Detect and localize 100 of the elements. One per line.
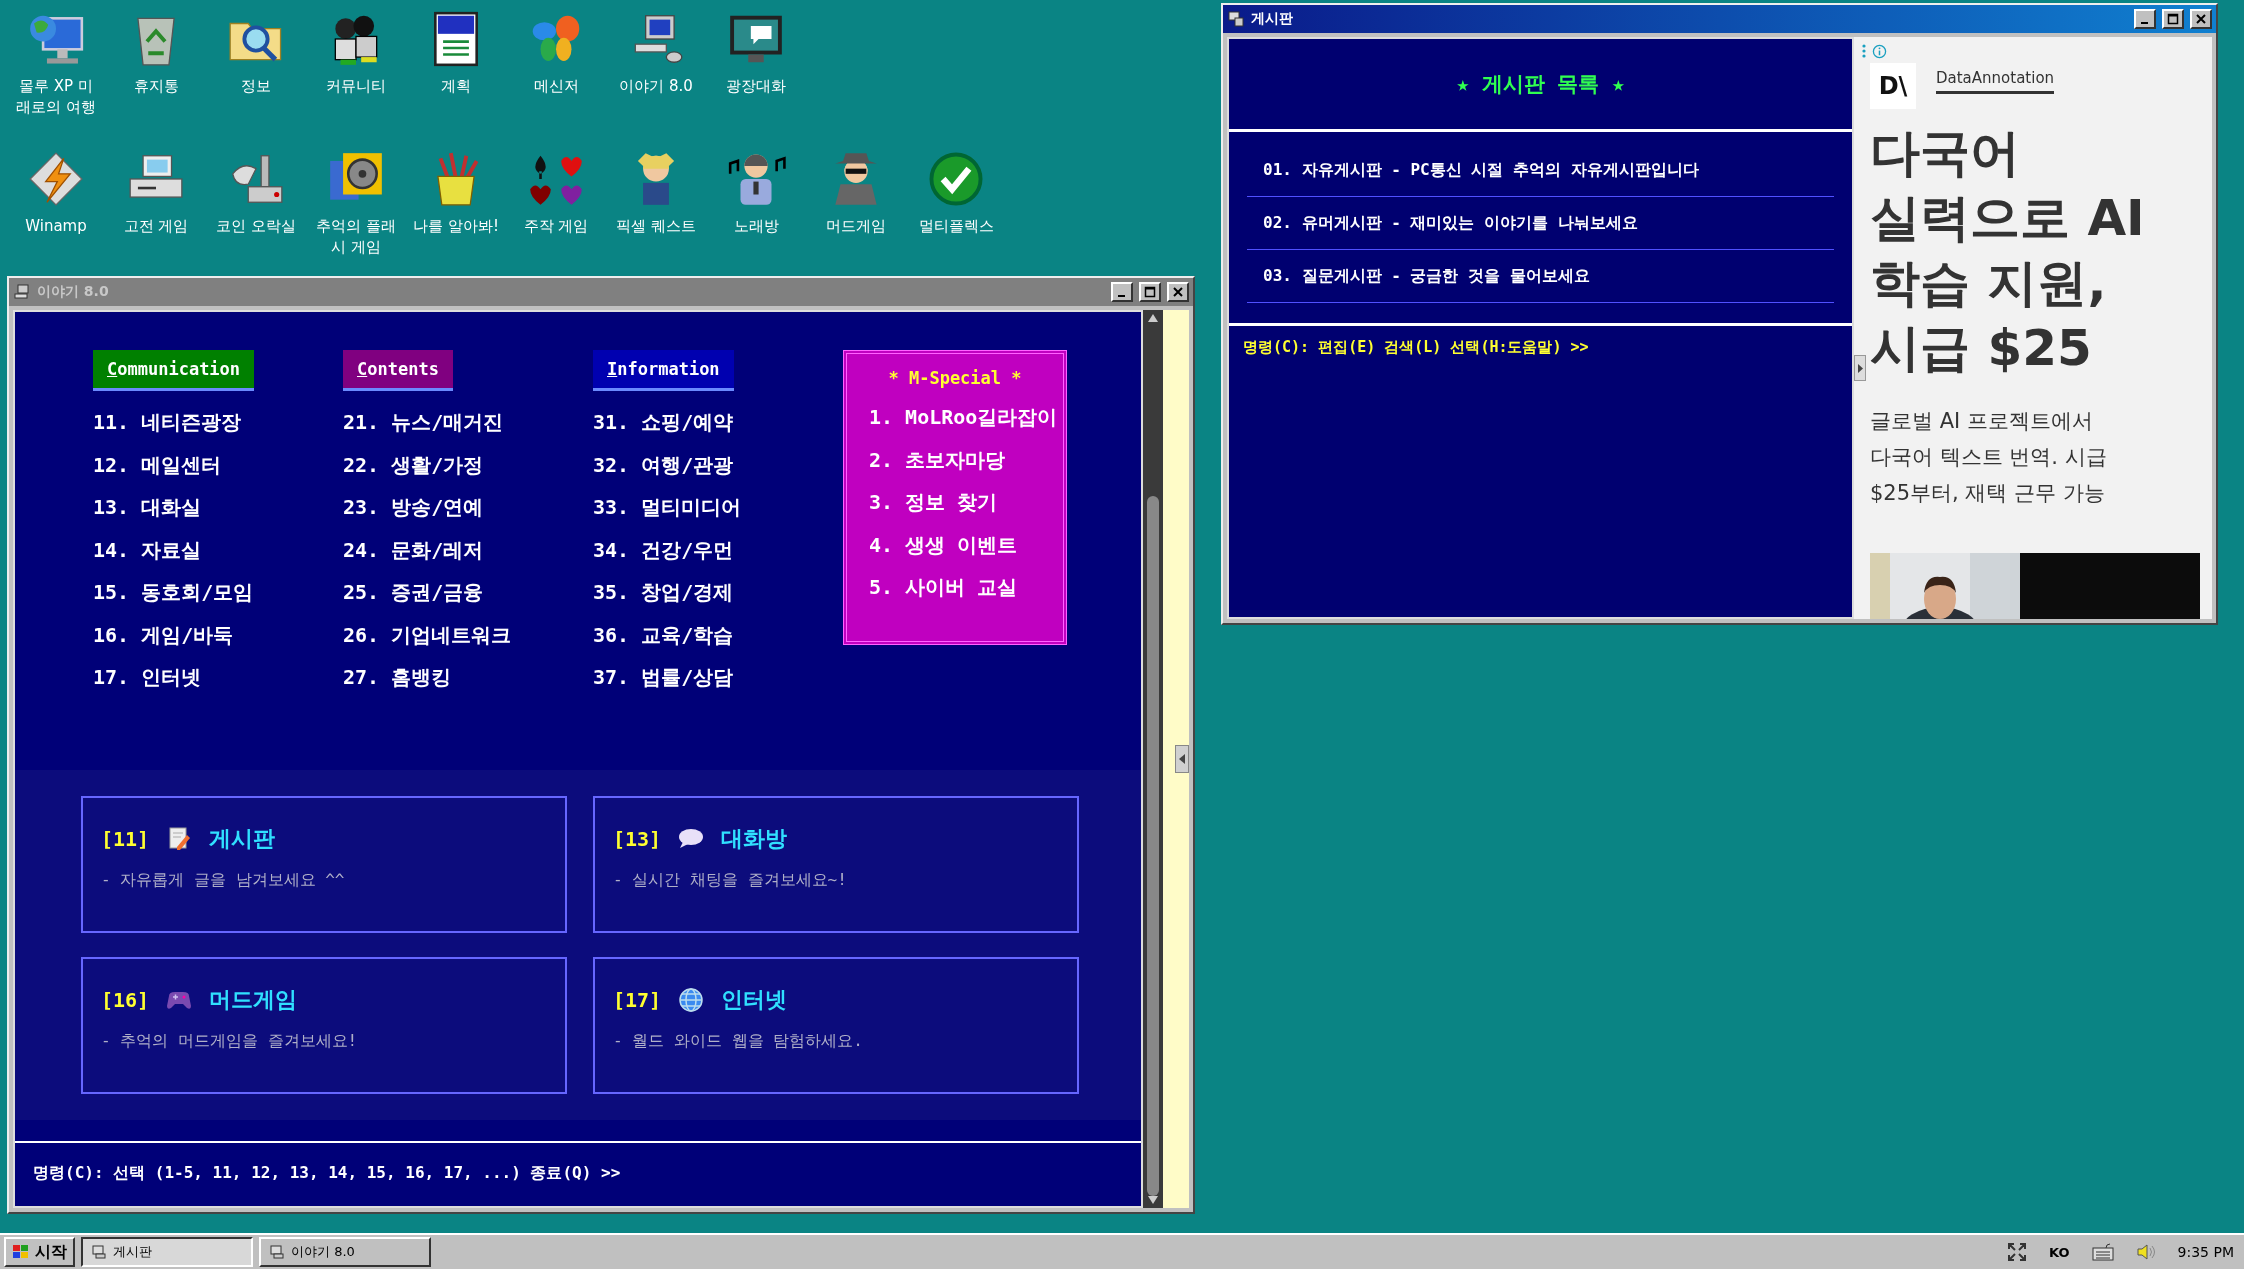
taskbar-button[interactable]: 이야기 8.0 <box>259 1237 431 1267</box>
fullscreen-icon[interactable] <box>2007 1242 2028 1262</box>
ad-text[interactable]: 글로벌 AI 프로젝트에서 다국어 텍스트 번역. 시급 $25부터, 재택 근무 가능 <box>1870 403 2150 511</box>
shortcut-description: - 자유롭게 글을 남겨보세요 ^^ <box>101 870 346 891</box>
collapse-tab[interactable] <box>1175 745 1189 773</box>
menu-item[interactable]: 13. 대화실 <box>93 486 343 529</box>
minimize-button[interactable] <box>2134 9 2156 29</box>
desktop-icon-label[interactable]: 이야기 8.0 <box>613 76 699 97</box>
menu-item[interactable]: 17. 인터넷 <box>93 656 343 699</box>
shortcut-card[interactable]: [11] 게시판 - 자유롭게 글을 남겨보세요 ^^ <box>81 796 567 933</box>
maximize-button[interactable] <box>2162 9 2184 29</box>
ad-headline[interactable]: 다국어 실력으로 AI 학습 지원, 시급 $25 <box>1870 121 2170 381</box>
menu-item[interactable]: 37. 법률/상담 <box>593 656 843 699</box>
shortcut-card[interactable]: [17] 인터넷 - 월드 와이드 웹을 탐험하세요. <box>593 957 1079 1094</box>
clock[interactable]: 9:35 PM <box>2177 1244 2234 1260</box>
board-item[interactable]: 02. 유머게시판 - 재미있는 이야기를 나눠보세요 <box>1247 197 1834 250</box>
shortcut-title: 게시판 <box>209 825 276 853</box>
minimize-button[interactable] <box>1111 282 1133 302</box>
start-button[interactable]: 시작 <box>4 1237 75 1267</box>
menu-item[interactable]: 12. 메일센터 <box>93 443 343 486</box>
scroll-up-icon[interactable] <box>1148 314 1158 322</box>
desktop-icon-label[interactable]: 휴지통 <box>113 76 199 97</box>
desktop-icon-label[interactable]: 계획 <box>413 76 499 97</box>
command-prompt: 명령(C): 선택 (1-5, 11, 12, 13, 14, 15, 16, 17, ...) 종료(Q) >> <box>33 1163 621 1182</box>
menu-item[interactable]: 1. MoLRoo길라잡이 <box>869 396 1063 439</box>
minimize-icon <box>1117 295 1125 297</box>
desktop-icon-label[interactable]: 나를 알아봐! <box>413 216 499 237</box>
command-prompt: 명령(C): 편집(E) 검색(L) 선택(H:도움말) >> <box>1242 337 1590 358</box>
brand-name[interactable]: DataAnnotation <box>1936 69 2055 94</box>
board-item[interactable]: 01. 자유게시판 - PC통신 시절 추억의 자유게시판입니다 <box>1247 144 1834 197</box>
shortcut-code: [17] <box>613 988 662 1012</box>
desktop-icon-label[interactable]: 노래방 <box>713 216 799 237</box>
menu-item[interactable]: 36. 교육/학습 <box>593 613 843 656</box>
menu-item[interactable]: 14. 자료실 <box>93 528 343 571</box>
shortcut-description: - 월드 와이드 웹을 탐험하세요. <box>613 1031 864 1052</box>
close-button[interactable] <box>1167 282 1189 302</box>
desktop-icon-label[interactable]: 머드게임 <box>813 216 899 237</box>
menu-item[interactable]: 33. 멀티미디어 <box>593 486 843 529</box>
desktop-icon-label[interactable]: 멀티플렉스 <box>913 216 999 237</box>
menu-heading[interactable]: Contents <box>343 350 453 391</box>
scrollbar[interactable] <box>1143 310 1163 1208</box>
desktop-icon-label[interactable]: 주작 게임 <box>513 216 599 237</box>
menu-item[interactable]: 32. 여행/관광 <box>593 443 843 486</box>
menu-item[interactable]: 35. 창업/경제 <box>593 571 843 614</box>
keyboard-icon[interactable] <box>2091 1243 2114 1261</box>
brand-logo[interactable]: D\ <box>1870 63 1916 109</box>
desktop-icon-label[interactable]: 커뮤니티 <box>313 76 399 97</box>
info-icon[interactable] <box>1872 43 1887 59</box>
maximize-button[interactable] <box>1139 282 1161 302</box>
desktop-icon-label[interactable]: 추억의 플래시 게임 <box>313 216 399 258</box>
maximize-icon <box>2167 13 2179 25</box>
maximize-icon <box>1144 286 1156 298</box>
menu-item[interactable]: 27. 홈뱅킹 <box>343 656 593 699</box>
menu-item[interactable]: 22. 생활/가정 <box>343 443 593 486</box>
menu-item[interactable]: 5. 사이버 교실 <box>869 566 1063 609</box>
language-indicator[interactable]: KO <box>2049 1244 2070 1260</box>
board-heading: ★ 게시판 목록 ★ <box>1456 71 1625 98</box>
menu-heading[interactable]: Communication <box>93 350 255 391</box>
menu-item[interactable]: 15. 동호회/모임 <box>93 571 343 614</box>
shortcut-title: 머드게임 <box>209 986 298 1014</box>
menu-item[interactable]: 25. 증권/금융 <box>343 571 593 614</box>
desktop-icon-label[interactable]: 고전 게임 <box>113 216 199 237</box>
menu-item[interactable]: 26. 기업네트워크 <box>343 613 593 656</box>
globe-icon <box>677 986 706 1014</box>
desktop-icon-label[interactable]: 픽셀 퀘스트 <box>613 216 699 237</box>
desktop-icon-label[interactable]: 코인 오락실 <box>213 216 299 237</box>
shortcut-code: [13] <box>613 827 662 851</box>
computer-icon <box>1227 10 1245 28</box>
menu-item[interactable]: 2. 초보자마당 <box>869 438 1063 481</box>
close-button[interactable] <box>2190 9 2212 29</box>
desktop-icon-label[interactable]: Winamp <box>13 216 99 237</box>
shortcut-description: - 실시간 채팅을 즐겨보세요~! <box>613 870 848 891</box>
menu-item[interactable]: 11. 네티즌광장 <box>93 401 343 444</box>
collapse-tab[interactable] <box>1854 355 1866 381</box>
desktop-icon-label[interactable]: 정보 <box>213 76 299 97</box>
board-item[interactable]: 03. 질문게시판 - 궁금한 것을 물어보세요 <box>1247 250 1834 303</box>
shortcut-title: 대화방 <box>721 825 788 853</box>
menu-item[interactable]: 31. 쇼핑/예약 <box>593 401 843 444</box>
window-title: 게시판 <box>1251 10 1294 28</box>
desktop-icon-label[interactable]: 광장대화 <box>713 76 799 97</box>
shortcut-card[interactable]: [16] 머드게임 - 추억의 머드게임을 즐겨보세요! <box>81 957 567 1094</box>
menu-item[interactable]: 34. 건강/우먼 <box>593 528 843 571</box>
panel-title: * M-Special * <box>887 368 1023 388</box>
shortcut-card[interactable]: [13] 대화방 - 실시간 채팅을 즐겨보세요~! <box>593 796 1079 933</box>
menu-heading[interactable]: Information <box>593 350 734 391</box>
menu-item[interactable]: 24. 문화/레저 <box>343 528 593 571</box>
desktop-icon-label[interactable]: 몰루 XP 미래로의 여행 <box>13 76 99 118</box>
menu-item[interactable]: 4. 생생 이벤트 <box>869 523 1063 566</box>
more-icon[interactable] <box>1862 44 1866 58</box>
menu-item[interactable]: 21. 뉴스/매거진 <box>343 401 593 444</box>
desktop-icon-label[interactable]: 메신저 <box>513 76 599 97</box>
speaker-icon[interactable] <box>2135 1243 2156 1261</box>
menu-item[interactable]: 3. 정보 찾기 <box>869 481 1063 524</box>
menu-item[interactable]: 16. 게임/바둑 <box>93 613 343 656</box>
window-title: 이야기 8.0 <box>37 283 110 301</box>
shortcut-code: [16] <box>101 988 150 1012</box>
shortcut-description: - 추억의 머드게임을 즐겨보세요! <box>101 1031 359 1052</box>
menu-item[interactable]: 23. 방송/연예 <box>343 486 593 529</box>
computer-icon <box>91 1244 107 1260</box>
taskbar-button[interactable]: 게시판 <box>81 1237 253 1267</box>
